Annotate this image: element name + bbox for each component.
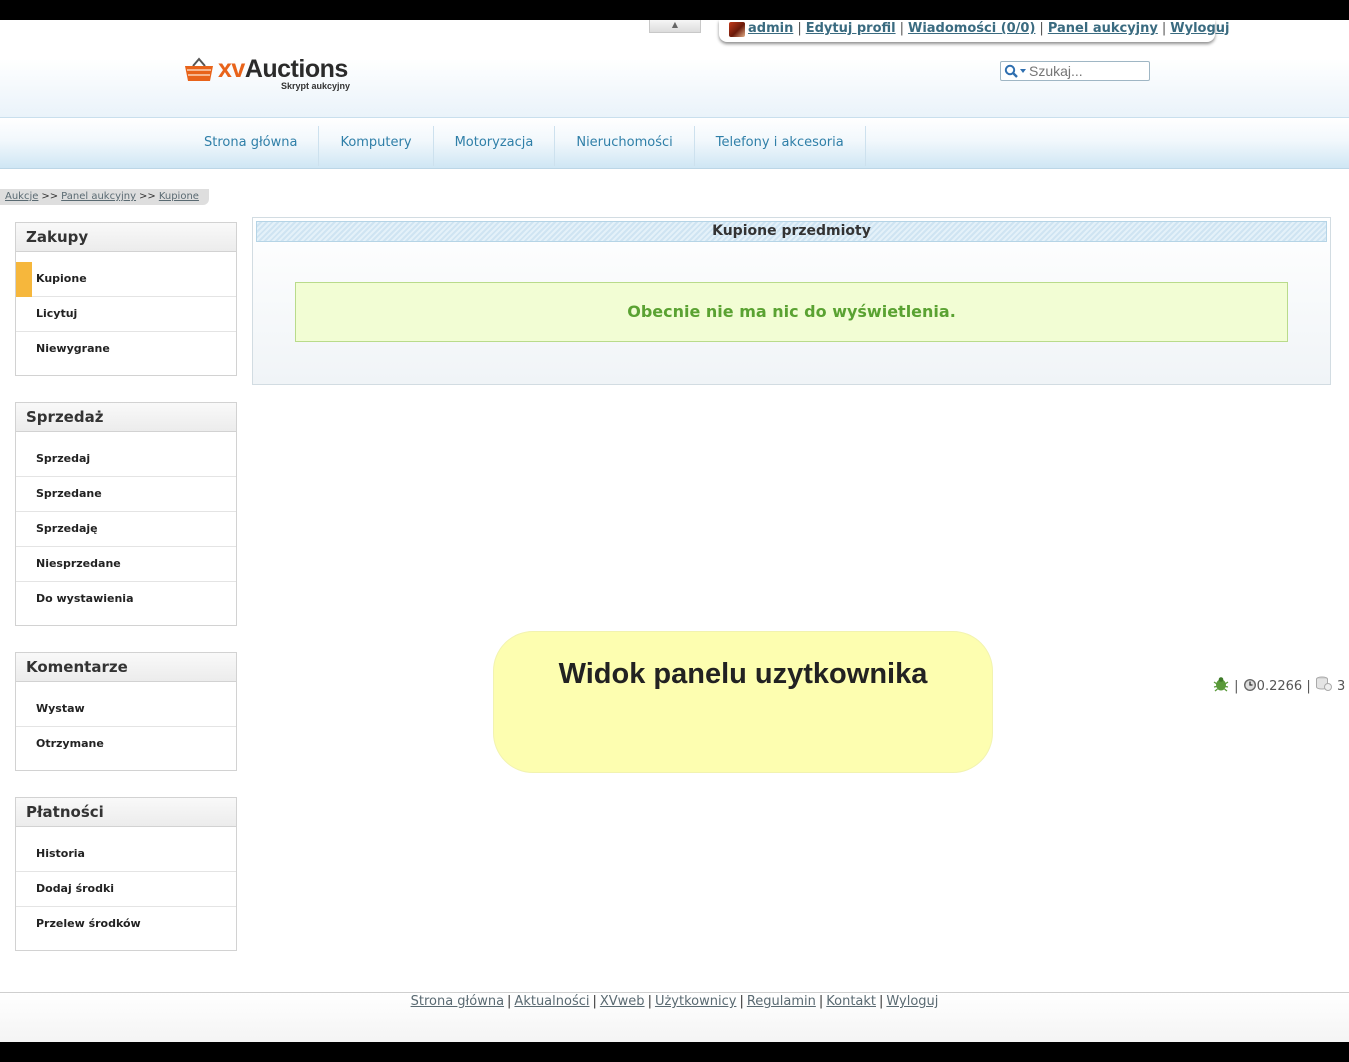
callout-overlay: Widok panelu uzytkownika — [493, 631, 993, 773]
sidebar-item-sold[interactable]: Sprzedane — [16, 477, 236, 512]
logo-prefix: xv — [218, 55, 245, 83]
nav-item-real-estate[interactable]: Nieruchomości — [555, 126, 695, 166]
search-icon[interactable] — [1004, 64, 1028, 78]
page-stats: | 0.2266 | 3 — [1212, 676, 1345, 694]
clock-icon — [1243, 679, 1256, 691]
breadcrumb-bought[interactable]: Kupione — [159, 191, 199, 202]
sidebar-item-to-list[interactable]: Do wystawienia — [16, 582, 236, 616]
sidebar-section-payments: Płatności Historia Dodaj środki Przelew … — [15, 797, 237, 951]
footer-link-news[interactable]: Aktualności — [514, 994, 589, 1009]
sidebar-item-transfer-funds[interactable]: Przelew środków — [16, 907, 236, 941]
breadcrumb-auctions[interactable]: Aukcje — [5, 191, 38, 202]
bought-items-panel: Kupione przedmioty Obecnie nie ma nic do… — [252, 217, 1331, 385]
auction-panel-link[interactable]: Panel aukcyjny — [1048, 21, 1158, 36]
separator: | — [1306, 679, 1311, 694]
separator: | — [1161, 21, 1167, 36]
separator: | — [818, 994, 824, 1009]
sidebar-item-received[interactable]: Otrzymane — [16, 727, 236, 761]
section-title: Płatności — [16, 798, 236, 827]
page: ▲ admin | Edytuj profil | Wiadomości (0/0) | P… — [0, 20, 1349, 1042]
messages-link[interactable]: Wiadomości (0/0) — [908, 21, 1035, 36]
logo-tagline: Skrypt aukcyjny — [281, 81, 351, 91]
footer-link-rules[interactable]: Regulamin — [747, 994, 816, 1009]
search-input[interactable] — [1029, 62, 1145, 80]
sidebar-item-sell[interactable]: Sprzedaj — [16, 442, 236, 477]
footer-link-users[interactable]: Użytkownicy — [655, 994, 736, 1009]
sidebar-section-sales: Sprzedaż Sprzedaj Sprzedane Sprzedaję Ni… — [15, 402, 237, 626]
main-nav: Strona główna Komputery Motoryzacja Nier… — [0, 117, 1349, 169]
callout-text: Widok panelu uzytkownika — [558, 658, 928, 690]
nav-item-home[interactable]: Strona główna — [183, 126, 320, 166]
username-link[interactable]: admin — [748, 21, 793, 36]
footer-link-logout[interactable]: Wyloguj — [886, 994, 938, 1009]
section-title: Sprzedaż — [16, 403, 236, 432]
separator: | — [647, 994, 652, 1009]
separator: | — [592, 994, 597, 1009]
logout-link[interactable]: Wyloguj — [1170, 21, 1229, 36]
empty-notice: Obecnie nie ma nic do wyświetlenia. — [295, 282, 1288, 342]
basket-logo-icon — [185, 57, 213, 81]
nav-item-automotive[interactable]: Motoryzacja — [434, 126, 556, 166]
sidebar-item-unsold[interactable]: Niesprzedane — [16, 547, 236, 582]
sidebar-item-not-won[interactable]: Niewygrane — [16, 332, 236, 366]
logo[interactable]: xvAuctions Skrypt aukcyjny — [184, 54, 364, 94]
footer-link-contact[interactable]: Kontakt — [826, 994, 876, 1009]
sidebar-section-purchases: Zakupy Kupione Licytuj Niewygrane — [15, 222, 237, 376]
footer-link-xvweb[interactable]: XVweb — [600, 994, 645, 1009]
edit-profile-link[interactable]: Edytuj profil — [806, 21, 896, 36]
search-box — [1000, 61, 1150, 81]
query-count: 3 — [1336, 679, 1346, 694]
footer: Strona główna | Aktualności | XVweb | Użytkown… — [0, 992, 1349, 1042]
separator: | — [899, 21, 904, 36]
user-bar: admin | Edytuj profil | Wiadomości (0/0) | Pan… — [719, 20, 1229, 42]
section-title: Komentarze — [16, 653, 236, 682]
sidebar-item-history[interactable]: Historia — [16, 837, 236, 872]
user-avatar-icon — [729, 22, 745, 37]
breadcrumb-separator: >> — [139, 191, 156, 202]
breadcrumb-auction-panel[interactable]: Panel aukcyjny — [61, 191, 136, 202]
logo-name: Auctions — [244, 55, 348, 83]
sidebar-item-add-funds[interactable]: Dodaj środki — [16, 872, 236, 907]
nav-item-phones[interactable]: Telefony i akcesoria — [695, 126, 866, 166]
header: ▲ admin | Edytuj profil | Wiadomości (0/0) | P… — [0, 20, 1349, 117]
render-time: 0.2266 — [1256, 679, 1303, 694]
panel-title: Kupione przedmioty — [256, 221, 1327, 242]
sidebar-item-bought[interactable]: Kupione — [16, 262, 236, 297]
separator: | — [797, 21, 802, 36]
sidebar-item-give-comment[interactable]: Wystaw — [16, 692, 236, 727]
separator: | — [879, 994, 884, 1009]
database-icon — [1315, 676, 1332, 691]
separator: | — [1234, 679, 1239, 694]
sidebar-item-bid[interactable]: Licytuj — [16, 297, 236, 332]
sidebar-item-selling[interactable]: Sprzedaję — [16, 512, 236, 547]
section-title: Zakupy — [16, 223, 236, 252]
separator: | — [507, 994, 512, 1009]
sidebar-section-comments: Komentarze Wystaw Otrzymane — [15, 652, 237, 771]
logo-text: xvAuctions — [218, 54, 348, 84]
separator: | — [1039, 21, 1044, 36]
separator: | — [739, 994, 744, 1009]
footer-link-home[interactable]: Strona główna — [411, 994, 504, 1009]
breadcrumb-separator: >> — [41, 191, 59, 202]
nav-item-computers[interactable]: Komputery — [319, 126, 434, 166]
bug-icon — [1213, 677, 1229, 692]
header-toggle-button[interactable]: ▲ — [649, 20, 701, 33]
breadcrumb: Aukcje >> Panel aukcyjny >> Kupione — [0, 189, 209, 205]
